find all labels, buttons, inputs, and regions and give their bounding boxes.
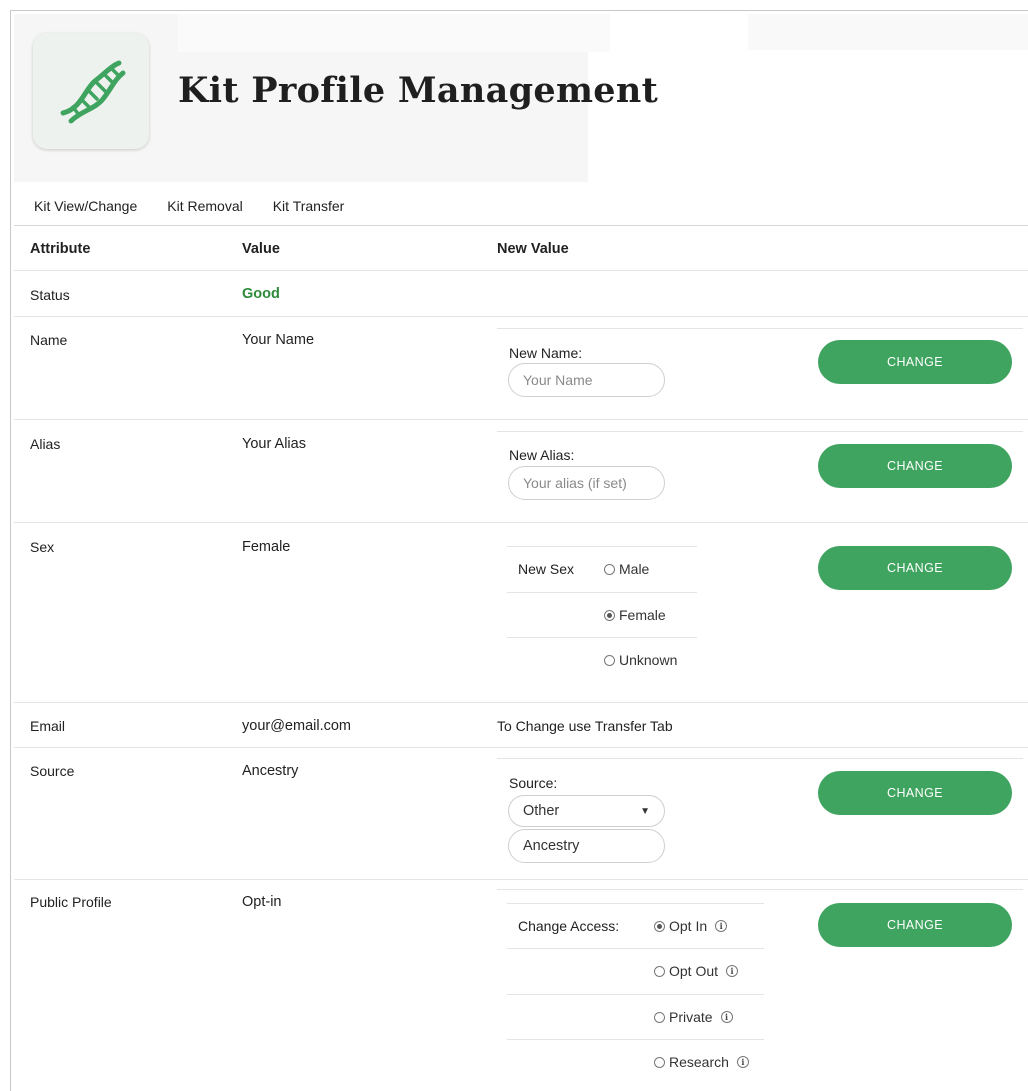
page-title: Kit Profile Management — [178, 70, 659, 111]
alias-attribute: Alias — [30, 436, 61, 452]
header-background-strip — [178, 14, 610, 52]
row-divider — [14, 316, 1028, 317]
email-attribute: Email — [30, 718, 66, 734]
access-option-label: Opt Out — [669, 963, 719, 979]
info-icon[interactable]: i — [736, 1056, 749, 1068]
new-sex-label: New Sex — [518, 561, 575, 577]
source-select-value: Other — [523, 803, 560, 819]
status-value: Good — [242, 286, 280, 302]
radio-male[interactable] — [604, 563, 615, 575]
info-icon[interactable]: i — [726, 965, 739, 977]
row-divider — [14, 419, 1028, 420]
change-alias-button[interactable]: CHANGE — [818, 444, 1012, 488]
access-option-opt-in[interactable]: Opt In i — [654, 918, 728, 934]
access-option-label: Opt In — [669, 918, 708, 934]
dna-icon — [60, 60, 126, 124]
sex-option-unknown[interactable]: Unknown — [604, 652, 677, 668]
tab-bar: Kit View/Change Kit Removal Kit Transfer — [34, 198, 374, 214]
access-option-private[interactable]: Private i — [654, 1009, 733, 1025]
sex-option-label: Male — [619, 561, 650, 577]
source-label: Source: — [509, 775, 558, 791]
subform-divider — [507, 903, 764, 904]
radio-research[interactable] — [654, 1056, 665, 1068]
header-attribute: Attribute — [30, 241, 91, 257]
radio-opt-in[interactable] — [654, 920, 665, 932]
sex-option-male[interactable]: Male — [604, 561, 649, 577]
row-divider — [14, 747, 1028, 748]
new-alias-input[interactable] — [508, 466, 665, 500]
name-attribute: Name — [30, 332, 68, 348]
status-attribute: Status — [30, 287, 70, 303]
subform-divider — [507, 592, 697, 593]
chevron-down-icon: ▼ — [640, 805, 650, 817]
subform-divider — [507, 994, 764, 995]
app-logo — [33, 33, 149, 149]
access-option-opt-out[interactable]: Opt Out i — [654, 963, 739, 979]
row-divider — [14, 522, 1028, 523]
email-change-note: To Change use Transfer Tab — [497, 718, 673, 734]
radio-female[interactable] — [604, 609, 615, 621]
change-sex-button[interactable]: CHANGE — [818, 546, 1012, 590]
public-profile-attribute: Public Profile — [30, 894, 112, 910]
new-name-input[interactable] — [508, 363, 665, 397]
change-access-label: Change Access: — [518, 918, 620, 934]
row-divider — [14, 270, 1028, 271]
source-input-value: Ancestry — [523, 838, 580, 854]
row-divider — [14, 702, 1028, 703]
tab-kit-removal[interactable]: Kit Removal — [167, 198, 242, 214]
tab-divider — [14, 225, 1028, 226]
tab-kit-transfer[interactable]: Kit Transfer — [273, 198, 345, 214]
subform-divider — [507, 546, 697, 547]
new-alias-label: New Alias: — [509, 447, 575, 463]
source-select[interactable]: Other ▼ — [508, 795, 665, 827]
info-icon[interactable]: i — [715, 920, 728, 932]
source-input[interactable]: Ancestry — [508, 829, 665, 863]
radio-private[interactable] — [654, 1011, 665, 1023]
info-icon[interactable]: i — [720, 1011, 733, 1023]
subform-divider — [497, 431, 1023, 432]
header-new-value: New Value — [497, 241, 569, 257]
access-option-research[interactable]: Research i — [654, 1054, 749, 1070]
source-value: Ancestry — [242, 763, 299, 779]
subform-divider — [497, 328, 1023, 329]
new-name-label: New Name: — [509, 345, 583, 361]
email-value: your@email.com — [242, 718, 351, 734]
alias-value: Your Alias — [242, 436, 306, 452]
radio-opt-out[interactable] — [654, 965, 665, 977]
sex-attribute: Sex — [30, 539, 55, 555]
tab-kit-view-change[interactable]: Kit View/Change — [34, 198, 137, 214]
sex-value: Female — [242, 539, 291, 555]
row-divider — [14, 879, 1028, 880]
access-option-label: Research — [669, 1054, 729, 1070]
change-name-button[interactable]: CHANGE — [818, 340, 1012, 384]
access-option-label: Private — [669, 1009, 713, 1025]
subform-divider — [507, 1039, 764, 1040]
change-source-button[interactable]: CHANGE — [818, 771, 1012, 815]
radio-unknown[interactable] — [604, 654, 615, 666]
public-profile-value: Opt-in — [242, 894, 282, 910]
header-value: Value — [242, 241, 280, 257]
header-background-strip-right — [748, 14, 1028, 50]
subform-divider — [497, 758, 1023, 759]
source-attribute: Source — [30, 763, 75, 779]
subform-divider — [507, 637, 697, 638]
subform-divider — [497, 889, 1023, 890]
subform-divider — [507, 948, 764, 949]
sex-option-label: Unknown — [619, 652, 678, 668]
sex-option-label: Female — [619, 607, 666, 623]
change-access-button[interactable]: CHANGE — [818, 903, 1012, 947]
name-value: Your Name — [242, 332, 315, 348]
sex-option-female[interactable]: Female — [604, 607, 666, 623]
